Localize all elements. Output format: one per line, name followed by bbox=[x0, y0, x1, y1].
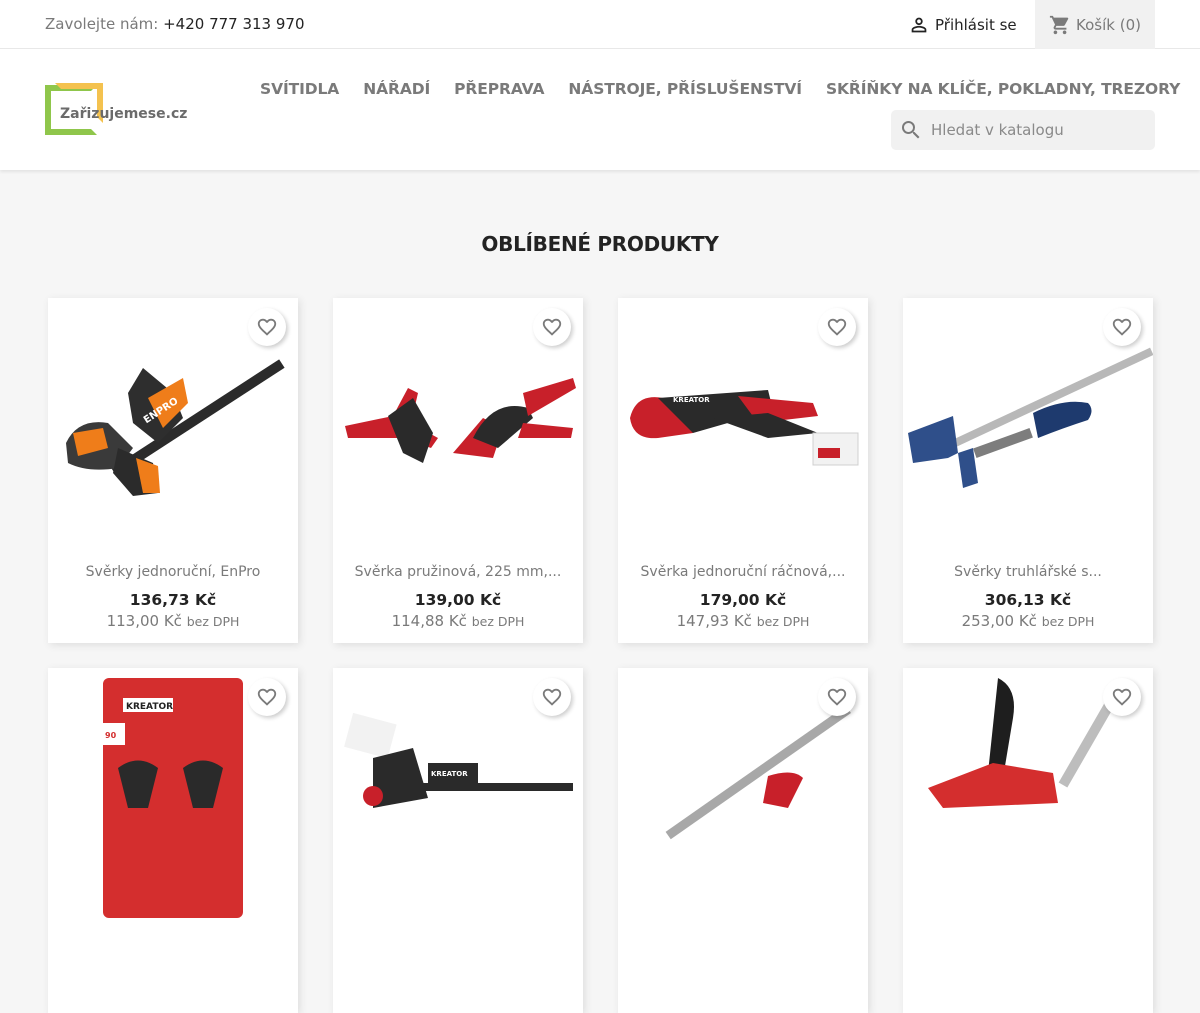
product-price: 306,13 Kč bbox=[984, 591, 1072, 609]
wishlist-button[interactable] bbox=[533, 678, 571, 716]
product-price: 179,00 Kč bbox=[699, 591, 787, 609]
search-box bbox=[891, 110, 1155, 150]
cart-button[interactable]: Košík (0) bbox=[1035, 0, 1155, 49]
top-bar: Zavolejte nám: +420 777 313 970 Přihlási… bbox=[0, 0, 1200, 49]
product-name[interactable]: Svěrky truhlářské s... bbox=[911, 564, 1145, 580]
product-card[interactable]: ENPRO Svěrky jednoruční, EnPro 136,73 Kč… bbox=[48, 298, 298, 643]
tax-label: bez DPH bbox=[186, 614, 240, 629]
price-net-value: 113,00 Kč bbox=[106, 612, 182, 630]
nav-item-nastroje[interactable]: NÁSTROJE, PŘÍSLUŠENSTVÍ bbox=[556, 80, 814, 98]
wishlist-button[interactable] bbox=[818, 678, 856, 716]
product-name[interactable]: Svěrka pružinová, 225 mm,... bbox=[341, 564, 575, 580]
product-name[interactable]: Svěrky jednoruční, EnPro bbox=[56, 564, 290, 580]
product-card[interactable]: Svěrka pružinová, 225 mm,... 139,00 Kč 1… bbox=[333, 298, 583, 643]
search-input[interactable] bbox=[931, 121, 1141, 139]
nav-item-svitidla[interactable]: SVÍTIDLA bbox=[248, 80, 351, 98]
product-name[interactable]: Svěrka jednoruční ráčnová,... bbox=[626, 564, 860, 580]
heart-outline-icon bbox=[827, 318, 847, 336]
login-label: Přihlásit se bbox=[935, 16, 1017, 34]
tax-label: bez DPH bbox=[756, 614, 810, 629]
contact-label: Zavolejte nám: bbox=[45, 15, 159, 33]
tax-label: bez DPH bbox=[471, 614, 525, 629]
search-icon[interactable] bbox=[899, 118, 923, 142]
cart-label: Košík bbox=[1076, 15, 1115, 34]
product-price: 139,00 Kč bbox=[414, 591, 502, 609]
nav-item-preprava[interactable]: PŘEPRAVA bbox=[442, 80, 556, 98]
wishlist-button[interactable] bbox=[1103, 678, 1141, 716]
product-price-net: 114,88 Kč bez DPH bbox=[333, 612, 583, 630]
shopping-cart-icon bbox=[1049, 15, 1069, 34]
product-grid: ENPRO Svěrky jednoruční, EnPro 136,73 Kč… bbox=[48, 298, 1153, 1013]
product-card[interactable]: KREATOR 90 bbox=[48, 668, 298, 1013]
svg-text:KREATOR: KREATOR bbox=[431, 770, 468, 778]
nav-item-skrinky[interactable]: SKŘÍŇKY NA KLÍČE, POKLADNY, TREZORY bbox=[814, 80, 1192, 98]
heart-outline-icon bbox=[542, 688, 562, 706]
product-card[interactable]: Svěrky truhlářské s... 306,13 Kč 253,00 … bbox=[903, 298, 1153, 643]
logo-text: Zařizujemese.cz bbox=[60, 106, 188, 122]
svg-text:90: 90 bbox=[105, 731, 117, 740]
person-icon bbox=[911, 17, 927, 33]
product-card[interactable] bbox=[903, 668, 1153, 1013]
tax-label: bez DPH bbox=[1041, 614, 1095, 629]
login-link[interactable]: Přihlásit se bbox=[908, 13, 1017, 37]
heart-outline-icon bbox=[1112, 688, 1132, 706]
header: Zařizujemese.cz SVÍTIDLA NÁŘADÍ PŘEPRAVA… bbox=[0, 49, 1200, 170]
phone-link[interactable]: +420 777 313 970 bbox=[163, 15, 304, 33]
svg-text:KREATOR: KREATOR bbox=[673, 396, 710, 404]
product-price-net: 147,93 Kč bez DPH bbox=[618, 612, 868, 630]
price-net-value: 253,00 Kč bbox=[961, 612, 1037, 630]
heart-outline-icon bbox=[257, 318, 277, 336]
wishlist-button[interactable] bbox=[818, 308, 856, 346]
price-net-value: 147,93 Kč bbox=[676, 612, 752, 630]
product-card[interactable]: KREATOR bbox=[333, 668, 583, 1013]
heart-outline-icon bbox=[257, 688, 277, 706]
heart-outline-icon bbox=[1112, 318, 1132, 336]
product-price-net: 253,00 Kč bez DPH bbox=[903, 612, 1153, 630]
heart-outline-icon bbox=[827, 688, 847, 706]
product-price-net: 113,00 Kč bez DPH bbox=[48, 612, 298, 630]
section-title: OBLÍBENÉ PRODUKTY bbox=[481, 232, 719, 256]
site-logo[interactable]: Zařizujemese.cz bbox=[45, 83, 187, 137]
cart-count: (0) bbox=[1119, 15, 1141, 34]
wishlist-button[interactable] bbox=[1103, 308, 1141, 346]
product-card[interactable]: KREATOR Svěrka jednoruční ráčnová,... 17… bbox=[618, 298, 868, 643]
svg-text:KREATOR: KREATOR bbox=[126, 702, 173, 712]
heart-outline-icon bbox=[542, 318, 562, 336]
price-net-value: 114,88 Kč bbox=[391, 612, 467, 630]
product-price: 136,73 Kč bbox=[129, 591, 217, 609]
wishlist-button[interactable] bbox=[248, 678, 286, 716]
main-nav: SVÍTIDLA NÁŘADÍ PŘEPRAVA NÁSTROJE, PŘÍSL… bbox=[248, 80, 1192, 98]
wishlist-button[interactable] bbox=[248, 308, 286, 346]
contact-info: Zavolejte nám: +420 777 313 970 bbox=[45, 15, 305, 33]
nav-item-naradi[interactable]: NÁŘADÍ bbox=[351, 80, 442, 98]
wishlist-button[interactable] bbox=[533, 308, 571, 346]
product-card[interactable] bbox=[618, 668, 868, 1013]
